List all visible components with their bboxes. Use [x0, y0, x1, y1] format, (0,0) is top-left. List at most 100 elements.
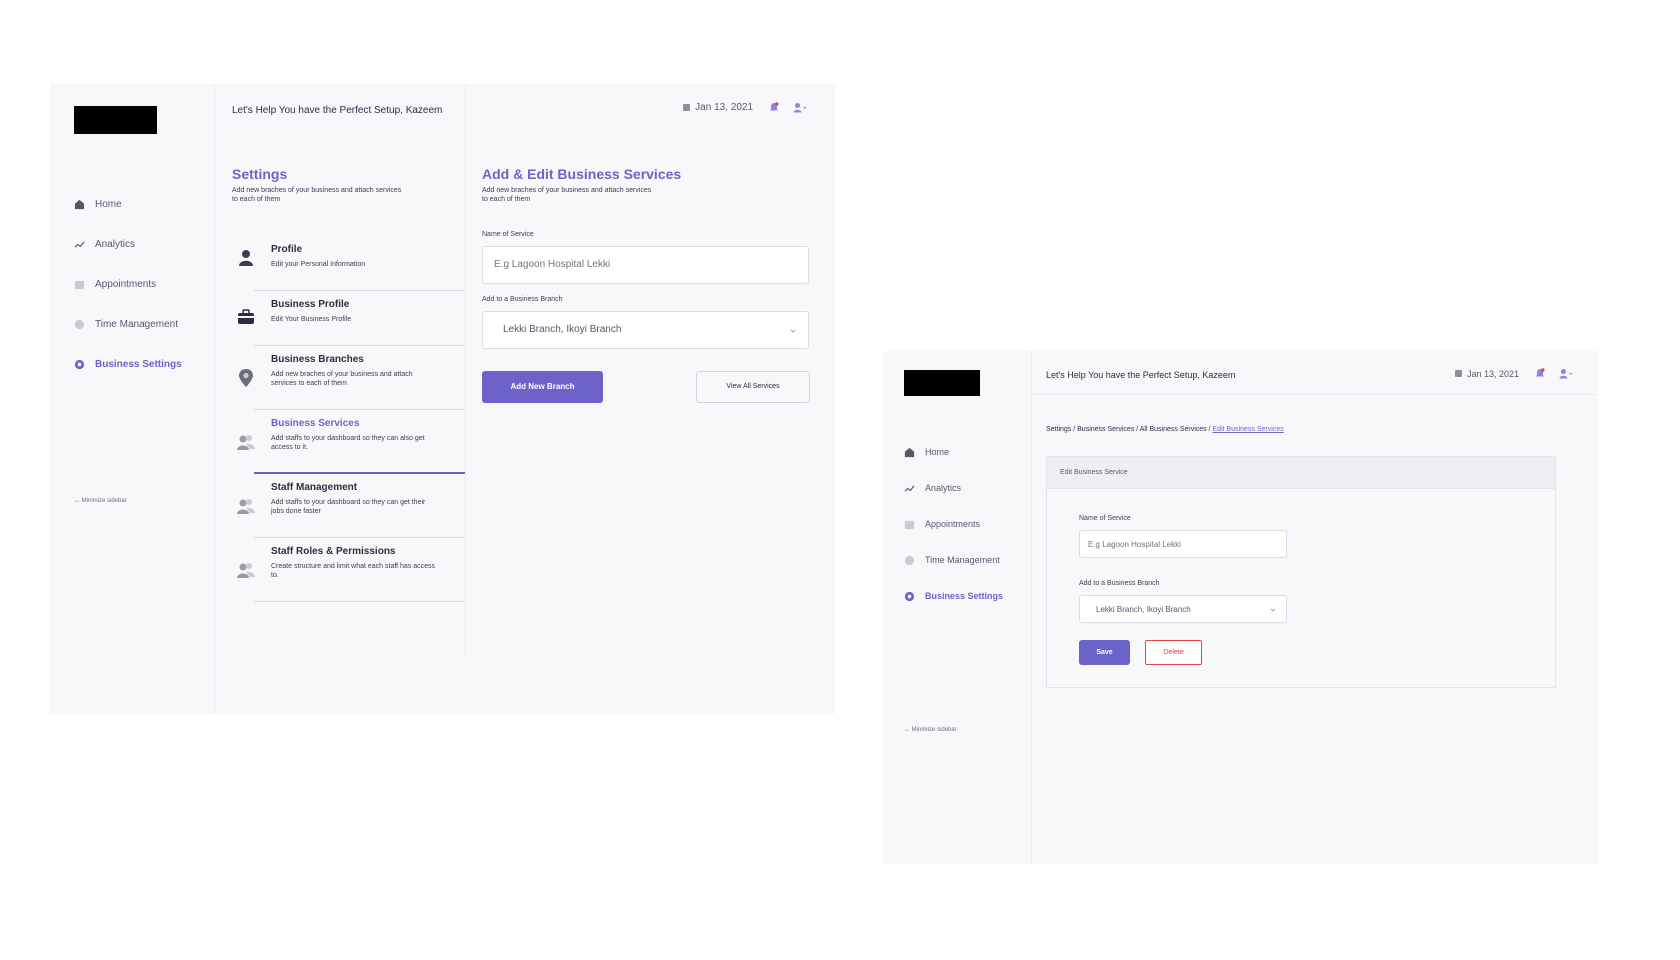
- menu-item-desc: Edit your Personal Information: [271, 261, 366, 268]
- menu-item-desc: Create structure and limit what each sta…: [271, 563, 436, 580]
- service-name-label: Name of Service: [482, 230, 534, 238]
- sidebar: Home Analytics Appointments Time Managem…: [50, 84, 215, 714]
- edit-business-service-screen: Home Analytics Appointments Time Managem…: [883, 351, 1598, 864]
- sidebar-item-label: Home: [925, 447, 950, 457]
- home-icon: [904, 447, 915, 458]
- business-branch-label: Add to a Business Branch: [482, 295, 563, 303]
- settings-panel: Settings Add new braches of your busines…: [215, 84, 466, 656]
- menu-item-title: Staff Management: [271, 482, 358, 493]
- settings-header: Settings Add new braches of your busines…: [232, 166, 402, 205]
- briefcase-icon: [236, 307, 256, 327]
- location-pin-icon: [236, 368, 256, 388]
- gear-icon: [904, 591, 915, 602]
- users-icon: [236, 496, 256, 516]
- menu-item-desc: Add staffs to your dashboard so they can…: [271, 435, 425, 452]
- sidebar-item-label: Time Management: [925, 555, 1000, 565]
- save-button[interactable]: Save: [1079, 640, 1130, 665]
- business-branch-label: Add to a Business Branch: [1079, 580, 1160, 587]
- edit-service-card: Edit Business Service Name of Service Ad…: [1046, 456, 1556, 688]
- sidebar-item-home[interactable]: Home: [50, 184, 214, 224]
- notification-bell-icon[interactable]: [1535, 368, 1545, 379]
- sidebar-item-label: Business Settings: [925, 591, 1004, 601]
- user-icon: [236, 248, 256, 268]
- analytics-icon: [904, 483, 915, 494]
- view-all-services-button[interactable]: View All Services: [696, 370, 810, 403]
- menu-item-desc: Edit Your Business Profile: [271, 316, 352, 323]
- service-name-input[interactable]: [1079, 530, 1287, 558]
- settings-subtitle: Add new braches of your business and att…: [232, 187, 402, 204]
- business-branch-select[interactable]: Lekki Branch, Ikoyi Branch: [482, 310, 809, 349]
- user-menu-icon[interactable]: [793, 102, 807, 113]
- service-name-label: Name of Service: [1079, 515, 1131, 522]
- welcome-message: Let's Help You have the Perfect Setup, K…: [1046, 370, 1236, 380]
- sidebar-item-business-settings[interactable]: Business Settings: [50, 344, 214, 384]
- sidebar-item-label: Appointments: [95, 278, 157, 290]
- settings-menu-staff-roles[interactable]: Staff Roles & Permissions Create structu…: [237, 538, 465, 602]
- settings-menu-staff-management[interactable]: Staff Management Add staffs to your dash…: [237, 474, 465, 538]
- sidebar-item-label: Business Settings: [95, 358, 182, 370]
- sidebar-nav: Home Analytics Appointments Time Managem…: [883, 434, 1031, 614]
- menu-item-title: Business Branches: [271, 354, 364, 365]
- sidebar-item-analytics[interactable]: Analytics: [883, 470, 1031, 506]
- users-icon: [236, 560, 256, 580]
- menu-item-desc: Add staffs to your dashboard so they can…: [271, 499, 426, 516]
- settings-menu: Profile Edit your Personal Information B…: [232, 236, 465, 602]
- service-name-input[interactable]: [482, 245, 809, 284]
- settings-menu-business-services[interactable]: Business Services Add staffs to your das…: [237, 410, 465, 474]
- sidebar-nav: Home Analytics Appointments Time Managem…: [50, 184, 214, 384]
- settings-screen: Home Analytics Appointments Time Managem…: [50, 84, 835, 714]
- sidebar-item-time-management[interactable]: Time Management: [50, 304, 214, 344]
- sidebar-item-analytics[interactable]: Analytics: [50, 224, 214, 264]
- users-icon: [236, 432, 256, 452]
- settings-menu-profile[interactable]: Profile Edit your Personal Information: [239, 236, 465, 291]
- header-actions: Jan 13, 2021: [1454, 368, 1573, 379]
- sidebar-item-label: Analytics: [95, 238, 136, 250]
- card-title: Edit Business Service: [1047, 457, 1555, 489]
- menu-item-title: Staff Roles & Permissions: [271, 546, 396, 557]
- add-new-branch-button[interactable]: Add New Branch: [482, 370, 603, 403]
- delete-button[interactable]: Delete: [1145, 640, 1202, 665]
- business-service-form: Add & Edit Business Services Add new bra…: [482, 166, 812, 403]
- business-branch-value: Lekki Branch, Ikoyi Branch: [503, 324, 622, 336]
- sidebar-item-business-settings[interactable]: Business Settings: [883, 578, 1031, 614]
- form-subtitle: Add new braches of your business and att…: [482, 187, 652, 204]
- breadcrumb: Settings / Business Services / All Busin…: [1046, 426, 1284, 433]
- breadcrumb-path[interactable]: Settings / Business Services / All Busin…: [1046, 426, 1213, 433]
- breadcrumb-current[interactable]: Edit Business Services: [1213, 426, 1284, 433]
- sidebar-item-time-management[interactable]: Time Management: [883, 542, 1031, 578]
- calendar-icon: [1454, 370, 1462, 377]
- sidebar-item-appointments[interactable]: Appointments: [50, 264, 214, 304]
- menu-item-title: Profile: [271, 244, 303, 255]
- sidebar-item-label: Time Management: [95, 318, 178, 330]
- sidebar-item-label: Home: [95, 198, 122, 210]
- notification-bell-icon[interactable]: [769, 102, 779, 113]
- minimize-sidebar-button[interactable]: ↔ Minimize sidebar: [904, 727, 957, 733]
- chevron-down-icon: [790, 329, 796, 333]
- sidebar-item-appointments[interactable]: Appointments: [883, 506, 1031, 542]
- menu-item-title: Business Profile: [271, 299, 350, 310]
- header-date: Jan 13, 2021: [695, 102, 753, 113]
- header-actions: Jan 13, 2021: [683, 102, 807, 113]
- header-divider: [1032, 394, 1598, 395]
- calendar-icon: [683, 104, 691, 111]
- settings-menu-business-profile[interactable]: Business Profile Edit Your Business Prof…: [238, 291, 465, 346]
- settings-title: Settings: [232, 166, 288, 182]
- user-menu-icon[interactable]: [1559, 368, 1573, 379]
- sidebar-item-label: Analytics: [925, 483, 962, 493]
- sidebar-item-home[interactable]: Home: [883, 434, 1031, 470]
- sidebar-item-label: Appointments: [925, 519, 981, 529]
- home-icon: [74, 199, 85, 210]
- clock-icon: [904, 555, 915, 566]
- calendar-icon: [904, 519, 915, 530]
- minimize-sidebar-button[interactable]: ↔ Minimize sidebar: [74, 498, 127, 504]
- header-date: Jan 13, 2021: [1466, 368, 1519, 379]
- gear-icon: [74, 359, 85, 370]
- logo: [904, 370, 980, 396]
- form-title: Add & Edit Business Services: [482, 166, 682, 182]
- chevron-down-icon: [1270, 608, 1276, 612]
- business-branch-select[interactable]: Lekki Branch, Ikoyi Branch: [1079, 595, 1287, 623]
- logo: [74, 106, 157, 134]
- sidebar: Home Analytics Appointments Time Managem…: [883, 351, 1032, 864]
- settings-menu-business-branches[interactable]: Business Branches Add new braches of you…: [239, 346, 465, 410]
- analytics-icon: [74, 239, 85, 250]
